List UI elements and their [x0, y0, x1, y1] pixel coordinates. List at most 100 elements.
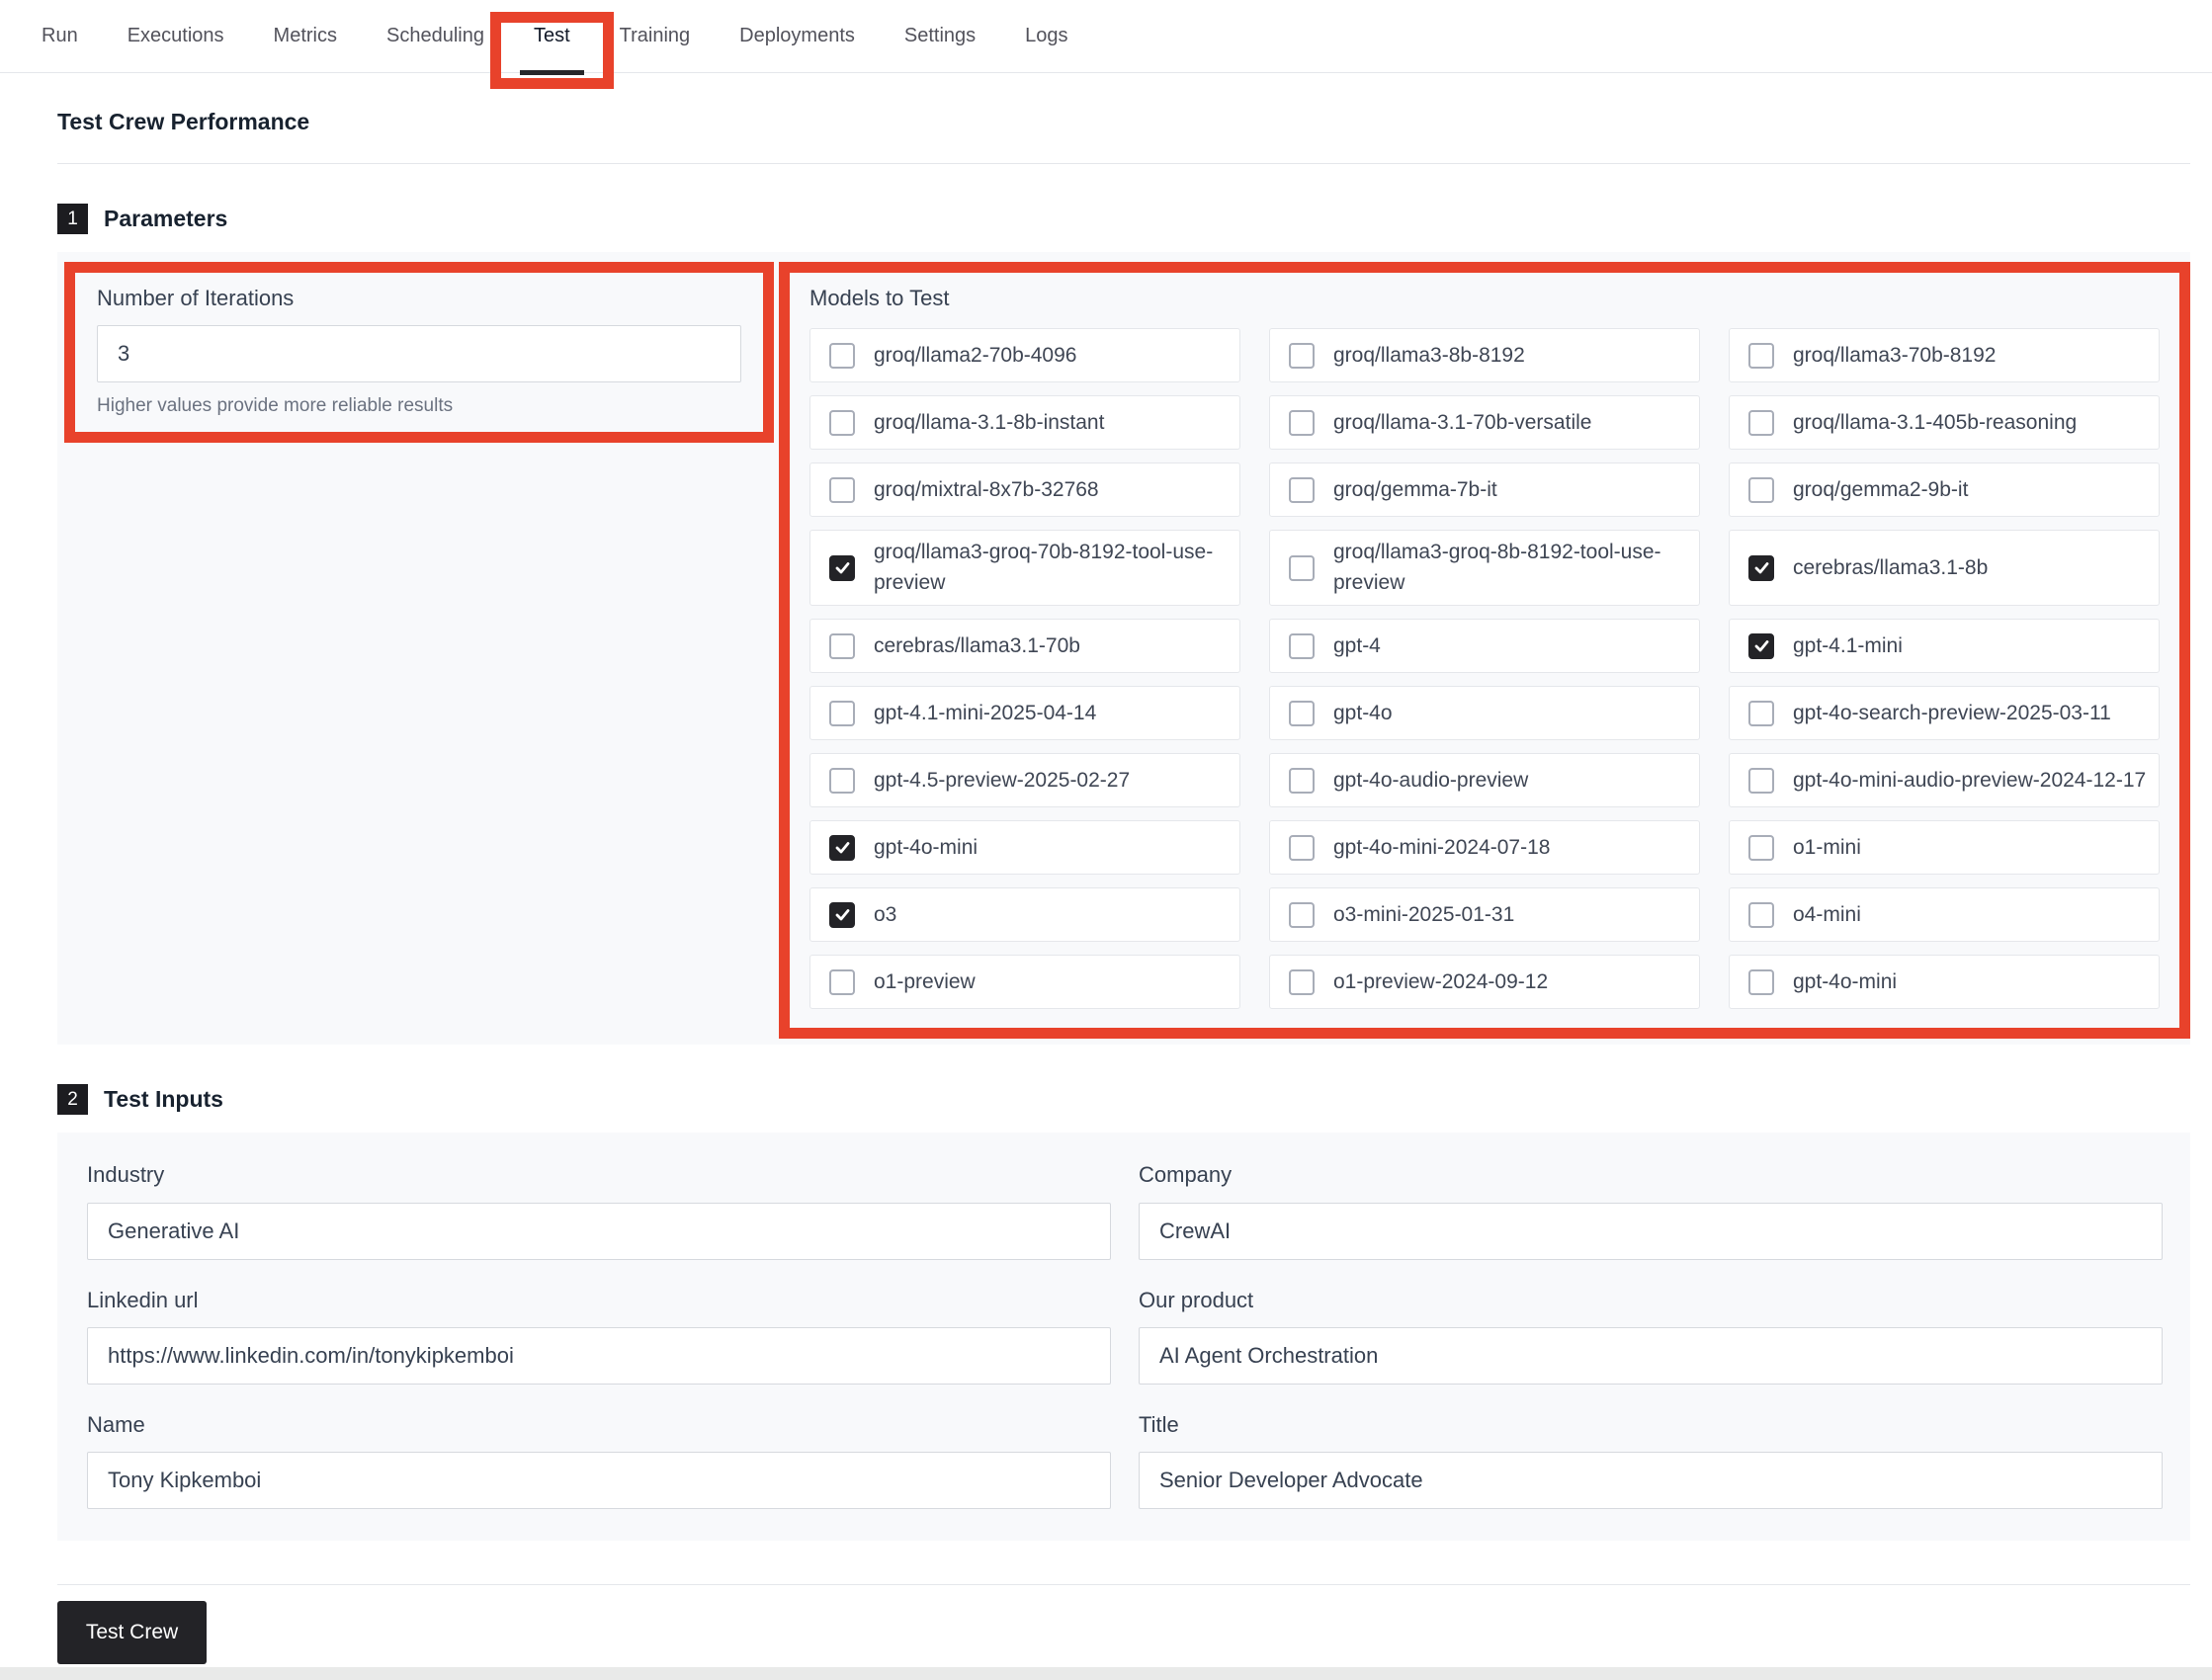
model-label: gpt-4.1-mini: [1793, 631, 1903, 661]
model-label: o3-mini-2025-01-31: [1333, 900, 1514, 930]
model-checkbox[interactable]: [829, 768, 855, 794]
model-label: gpt-4o: [1333, 699, 1393, 728]
field-label: Company: [1139, 1162, 2163, 1188]
tab-settings[interactable]: Settings: [904, 0, 976, 72]
model-label: o1-mini: [1793, 833, 1861, 863]
model-option[interactable]: o3: [809, 887, 1240, 942]
model-option[interactable]: cerebras/llama3.1-70b: [809, 619, 1240, 673]
model-label: groq/llama-3.1-405b-reasoning: [1793, 408, 2077, 438]
tab-label: Metrics: [274, 25, 337, 47]
model-checkbox[interactable]: [829, 633, 855, 659]
model-option[interactable]: groq/llama3-70b-8192: [1729, 328, 2160, 382]
model-option[interactable]: gpt-4o-search-preview-2025-03-11: [1729, 686, 2160, 740]
model-checkbox[interactable]: [1289, 701, 1315, 726]
model-option[interactable]: groq/gemma-7b-it: [1269, 462, 1700, 517]
model-option[interactable]: o1-preview: [809, 955, 1240, 1009]
model-checkbox[interactable]: [1289, 477, 1315, 503]
model-checkbox[interactable]: [1289, 902, 1315, 928]
model-option[interactable]: o1-mini: [1729, 820, 2160, 875]
model-option[interactable]: o1-preview-2024-09-12: [1269, 955, 1700, 1009]
section-number-badge: 2: [57, 1084, 88, 1115]
model-checkbox[interactable]: [829, 902, 855, 928]
model-checkbox[interactable]: [829, 343, 855, 369]
tab-training[interactable]: Training: [620, 0, 691, 72]
test-crew-button[interactable]: Test Crew: [57, 1601, 207, 1664]
model-checkbox[interactable]: [1748, 835, 1774, 861]
page-title: Test Crew Performance: [57, 109, 2190, 135]
model-checkbox[interactable]: [829, 555, 855, 581]
model-checkbox[interactable]: [829, 701, 855, 726]
model-option[interactable]: groq/mixtral-8x7b-32768: [809, 462, 1240, 517]
model-option[interactable]: groq/llama2-70b-4096: [809, 328, 1240, 382]
model-option[interactable]: o4-mini: [1729, 887, 2160, 942]
model-checkbox[interactable]: [1748, 555, 1774, 581]
model-option[interactable]: groq/llama3-groq-70b-8192-tool-use-previ…: [809, 530, 1240, 606]
model-checkbox[interactable]: [1289, 343, 1315, 369]
field-label: Our product: [1139, 1288, 2163, 1313]
model-option[interactable]: gpt-4o-mini-2024-07-18: [1269, 820, 1700, 875]
model-checkbox[interactable]: [829, 835, 855, 861]
tab-scheduling[interactable]: Scheduling: [386, 0, 484, 72]
section-title: Test Inputs: [104, 1086, 223, 1113]
tab-label: Executions: [128, 25, 224, 47]
model-checkbox[interactable]: [1748, 902, 1774, 928]
model-checkbox[interactable]: [1748, 768, 1774, 794]
model-option[interactable]: gpt-4o-audio-preview: [1269, 753, 1700, 807]
model-option[interactable]: groq/llama3-groq-8b-8192-tool-use-previe…: [1269, 530, 1700, 606]
model-option[interactable]: gpt-4o-mini-audio-preview-2024-12-17: [1729, 753, 2160, 807]
model-option[interactable]: cerebras/llama3.1-8b: [1729, 530, 2160, 606]
model-option[interactable]: gpt-4.5-preview-2025-02-27: [809, 753, 1240, 807]
section-number-badge: 1: [57, 204, 88, 234]
parameters-section-header: 1 Parameters: [57, 204, 2190, 234]
main-content: Test Crew Performance 1 Parameters Numbe…: [0, 109, 2212, 1664]
model-label: o4-mini: [1793, 900, 1861, 930]
model-checkbox[interactable]: [1748, 701, 1774, 726]
model-checkbox[interactable]: [1289, 768, 1315, 794]
model-option[interactable]: gpt-4: [1269, 619, 1700, 673]
model-checkbox[interactable]: [1748, 969, 1774, 995]
model-label: gpt-4.5-preview-2025-02-27: [874, 766, 1130, 796]
field-input[interactable]: [87, 1203, 1111, 1260]
model-checkbox[interactable]: [1748, 477, 1774, 503]
tab-test[interactable]: Test: [534, 0, 570, 72]
model-option[interactable]: groq/gemma2-9b-it: [1729, 462, 2160, 517]
model-option[interactable]: gpt-4.1-mini: [1729, 619, 2160, 673]
model-checkbox[interactable]: [1289, 633, 1315, 659]
model-option[interactable]: gpt-4o-mini: [809, 820, 1240, 875]
model-option[interactable]: groq/llama-3.1-70b-versatile: [1269, 395, 1700, 450]
model-checkbox[interactable]: [829, 410, 855, 436]
model-option[interactable]: gpt-4.1-mini-2025-04-14: [809, 686, 1240, 740]
model-checkbox[interactable]: [1748, 633, 1774, 659]
field-input[interactable]: [87, 1452, 1111, 1509]
field-input[interactable]: [1139, 1327, 2163, 1385]
model-checkbox[interactable]: [1748, 410, 1774, 436]
model-option[interactable]: groq/llama3-8b-8192: [1269, 328, 1700, 382]
tab-deployments[interactable]: Deployments: [739, 0, 855, 72]
model-checkbox[interactable]: [1289, 555, 1315, 581]
company-field: Company: [1139, 1162, 2163, 1259]
model-option[interactable]: groq/llama-3.1-405b-reasoning: [1729, 395, 2160, 450]
field-input[interactable]: [1139, 1452, 2163, 1509]
parameters-panel: Number of Iterations Higher values provi…: [57, 252, 2190, 1045]
model-checkbox[interactable]: [1748, 343, 1774, 369]
field-input[interactable]: [1139, 1203, 2163, 1260]
test-inputs-grid: Industry Company Linkedin url Ou: [87, 1162, 2163, 1509]
tab-metrics[interactable]: Metrics: [274, 0, 337, 72]
model-option[interactable]: gpt-4o: [1269, 686, 1700, 740]
model-option[interactable]: gpt-4o-mini: [1729, 955, 2160, 1009]
model-checkbox[interactable]: [1289, 969, 1315, 995]
tab-logs[interactable]: Logs: [1025, 0, 1067, 72]
model-option[interactable]: o3-mini-2025-01-31: [1269, 887, 1700, 942]
tab-run[interactable]: Run: [42, 0, 78, 72]
model-checkbox[interactable]: [1289, 835, 1315, 861]
tab-list: Run Executions Metrics Scheduling Test T…: [42, 0, 2212, 72]
model-checkbox[interactable]: [829, 477, 855, 503]
models-label: Models to Test: [809, 286, 2160, 311]
tab-executions[interactable]: Executions: [128, 0, 224, 72]
field-input[interactable]: [87, 1327, 1111, 1385]
iterations-input[interactable]: [97, 325, 741, 382]
name-field: Name: [87, 1412, 1111, 1509]
model-option[interactable]: groq/llama-3.1-8b-instant: [809, 395, 1240, 450]
model-checkbox[interactable]: [1289, 410, 1315, 436]
model-checkbox[interactable]: [829, 969, 855, 995]
